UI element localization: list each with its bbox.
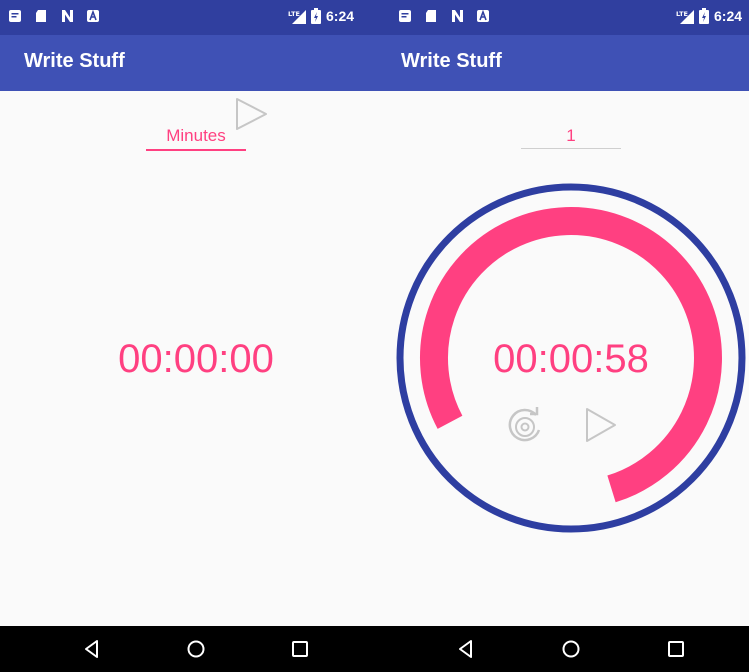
back-button[interactable] xyxy=(80,637,104,661)
recents-button[interactable] xyxy=(664,637,688,661)
svg-text:LTE: LTE xyxy=(288,10,300,18)
status-bar: LTE 6:24 xyxy=(0,0,390,35)
play-icon xyxy=(236,98,267,130)
minutes-input[interactable]: Minutes xyxy=(146,116,246,152)
recents-button[interactable] xyxy=(288,637,312,661)
battery-icon xyxy=(311,8,321,24)
n-notification-icon xyxy=(62,10,73,22)
navigation-bar xyxy=(0,626,390,672)
countdown-dial xyxy=(396,183,746,533)
screen-running: LTE 6:24 Write Stuff 1 00:00:58 xyxy=(390,0,749,672)
recents-icon xyxy=(668,641,684,657)
back-button[interactable] xyxy=(454,637,478,661)
play-button[interactable] xyxy=(581,405,621,445)
reset-icon xyxy=(508,407,541,442)
reset-button[interactable] xyxy=(506,406,546,446)
back-icon xyxy=(85,640,98,658)
back-icon xyxy=(459,640,472,658)
input-underline xyxy=(146,149,246,151)
play-icon xyxy=(586,408,616,442)
sd-card-icon xyxy=(36,10,46,22)
navigation-bar xyxy=(390,626,749,672)
a-notification-icon xyxy=(87,9,99,22)
recents-icon xyxy=(292,641,308,657)
screen-idle: LTE 6:24 Write Stuff Minutes 00:00:00 xyxy=(0,0,390,672)
home-button[interactable] xyxy=(184,637,208,661)
home-icon xyxy=(187,640,205,658)
status-time: 6:24 xyxy=(326,8,355,24)
app-title: Write Stuff xyxy=(24,50,125,72)
timer-display: 00:00:58 xyxy=(493,337,649,381)
lte-signal-icon: LTE xyxy=(288,10,306,24)
app-bar: Write Stuff xyxy=(0,35,390,91)
notification-icons xyxy=(8,9,100,23)
home-icon xyxy=(562,640,580,658)
minutes-placeholder: Minutes xyxy=(166,126,226,145)
notes-icon xyxy=(9,10,21,22)
home-button[interactable] xyxy=(559,637,583,661)
timer-display: 00:00:00 xyxy=(118,337,274,381)
play-button[interactable] xyxy=(232,96,272,136)
status-right: LTE 6:24 xyxy=(288,8,354,24)
